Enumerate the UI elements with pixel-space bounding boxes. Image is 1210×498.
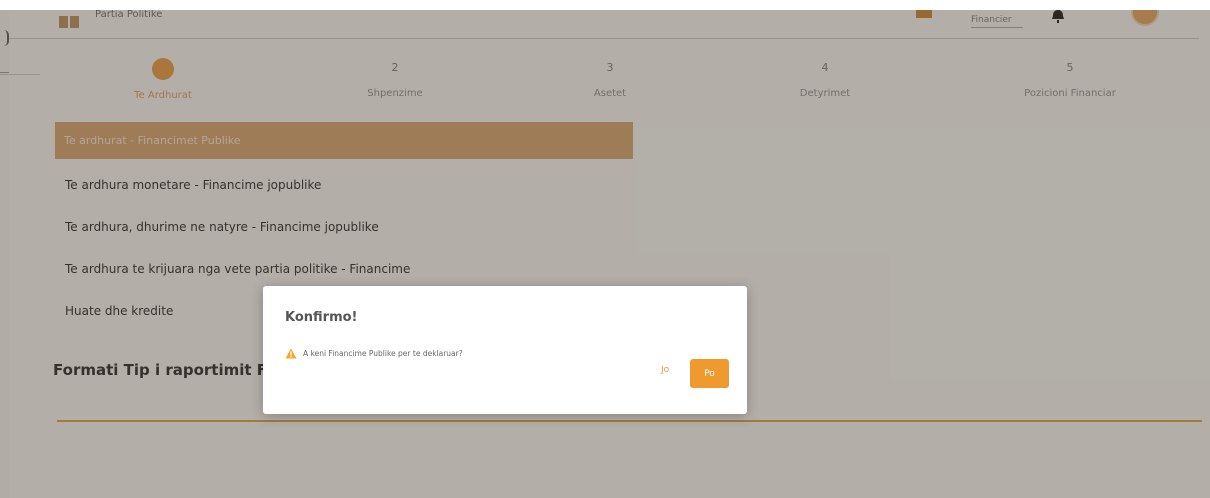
yes-button[interactable]: Po [690, 359, 729, 388]
dialog-title: Konfirmo! [285, 310, 358, 325]
no-button[interactable]: Jo [661, 365, 669, 375]
dialog-message: A keni Financime Publike per te deklarua… [303, 349, 463, 358]
warning-icon [285, 348, 297, 359]
dialog-message-row: A keni Financime Publike per te deklarua… [285, 348, 463, 359]
confirm-dialog: Konfirmo! A keni Financime Publike per t… [263, 286, 747, 414]
modal-backdrop[interactable] [0, 10, 1210, 498]
top-strip [0, 0, 1210, 10]
